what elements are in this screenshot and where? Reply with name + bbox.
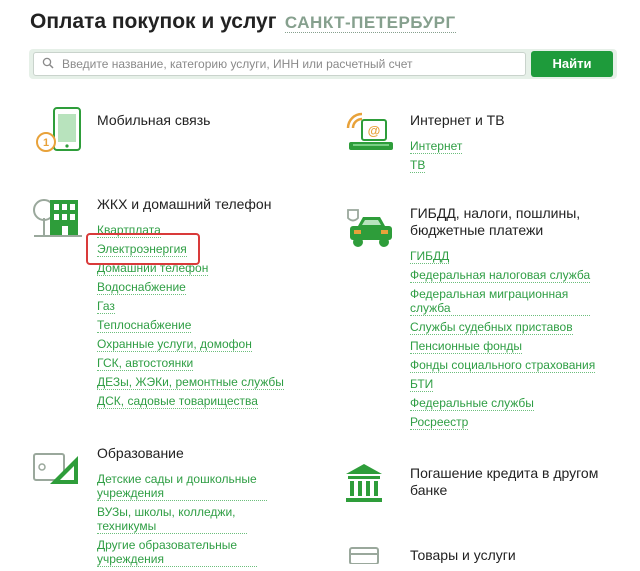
find-button[interactable]: Найти (531, 51, 613, 77)
page-header: Оплата покупок и услуг САНКТ-ПЕТЕРБУРГ (30, 10, 456, 34)
link-social-insurance[interactable]: Фонды социального страхования (410, 358, 596, 373)
search-input-box[interactable] (33, 52, 526, 76)
building-icon (33, 199, 82, 237)
svg-text:1: 1 (43, 137, 49, 149)
category-title[interactable]: ЖКХ и домашний телефон (97, 196, 357, 213)
category-credit: Погашение кредита в другом банке (410, 465, 610, 499)
link-bti[interactable]: БТИ (410, 377, 434, 392)
link-gibdd[interactable]: ГИБДД (410, 249, 450, 264)
svg-text:@: @ (368, 123, 381, 138)
link-rosreestr[interactable]: Росреестр (410, 415, 469, 430)
page-title: Оплата покупок и услуг (30, 10, 277, 33)
search-icon (42, 57, 54, 69)
link-garages[interactable]: ГСК, автостоянки (97, 356, 194, 371)
link-dsk[interactable]: ДСК, садовые товарищества (97, 394, 258, 409)
link-pension[interactable]: Пенсионные фонды (410, 339, 522, 354)
category-title[interactable]: Образование (97, 445, 357, 462)
link-other-education[interactable]: Другие образовательные учреждения (97, 538, 257, 567)
category-education: Образование Детские сады и дошкольные уч… (97, 445, 357, 571)
laptop-wifi-icon: @ (346, 112, 393, 150)
link-kindergartens[interactable]: Детские сады и дошкольные учреждения (97, 472, 267, 501)
city-selector[interactable]: САНКТ-ПЕТЕРБУРГ (284, 13, 456, 33)
link-federal-services[interactable]: Федеральные службы (410, 396, 534, 411)
category-internet: Интернет и ТВ Интернет ТВ (410, 112, 640, 177)
link-internet[interactable]: Интернет (410, 139, 463, 154)
category-title[interactable]: Погашение кредита в другом банке (410, 465, 610, 499)
category-taxes: ГИБДД, налоги, пошлины, бюджетные платеж… (410, 205, 610, 434)
category-goods: Товары и услуги (410, 547, 640, 564)
phone-icon: 1 (36, 107, 81, 152)
goods-icon (349, 547, 379, 564)
electricity-highlight-frame (86, 233, 200, 265)
search-input[interactable] (60, 54, 524, 74)
link-universities[interactable]: ВУЗы, школы, колледжи, техникумы (97, 505, 247, 534)
link-migration-service[interactable]: Федеральная миграционная служба (410, 287, 590, 316)
link-tv[interactable]: ТВ (410, 158, 426, 173)
category-title[interactable]: ГИБДД, налоги, пошлины, бюджетные платеж… (410, 205, 610, 239)
education-icon (33, 453, 78, 484)
search-bar: Найти (29, 49, 617, 79)
link-gas[interactable]: Газ (97, 299, 115, 314)
car-emblem-icon (347, 209, 392, 247)
link-bailiffs[interactable]: Службы судебных приставов (410, 320, 573, 335)
link-repair[interactable]: ДЕЗы, ЖЭКи, ремонтные службы (97, 375, 284, 390)
link-water[interactable]: Водоснабжение (97, 280, 186, 295)
category-mobile: Мобильная связь (97, 112, 357, 129)
category-title[interactable]: Мобильная связь (97, 112, 357, 129)
category-title[interactable]: Интернет и ТВ (410, 112, 640, 129)
link-tax-service[interactable]: Федеральная налоговая служба (410, 268, 591, 283)
bank-icon (346, 464, 382, 502)
link-heating[interactable]: Теплоснабжение (97, 318, 192, 333)
link-security[interactable]: Охранные услуги, домофон (97, 337, 252, 352)
category-housing: ЖКХ и домашний телефон Квартплата Электр… (97, 196, 357, 413)
category-title[interactable]: Товары и услуги (410, 547, 640, 564)
